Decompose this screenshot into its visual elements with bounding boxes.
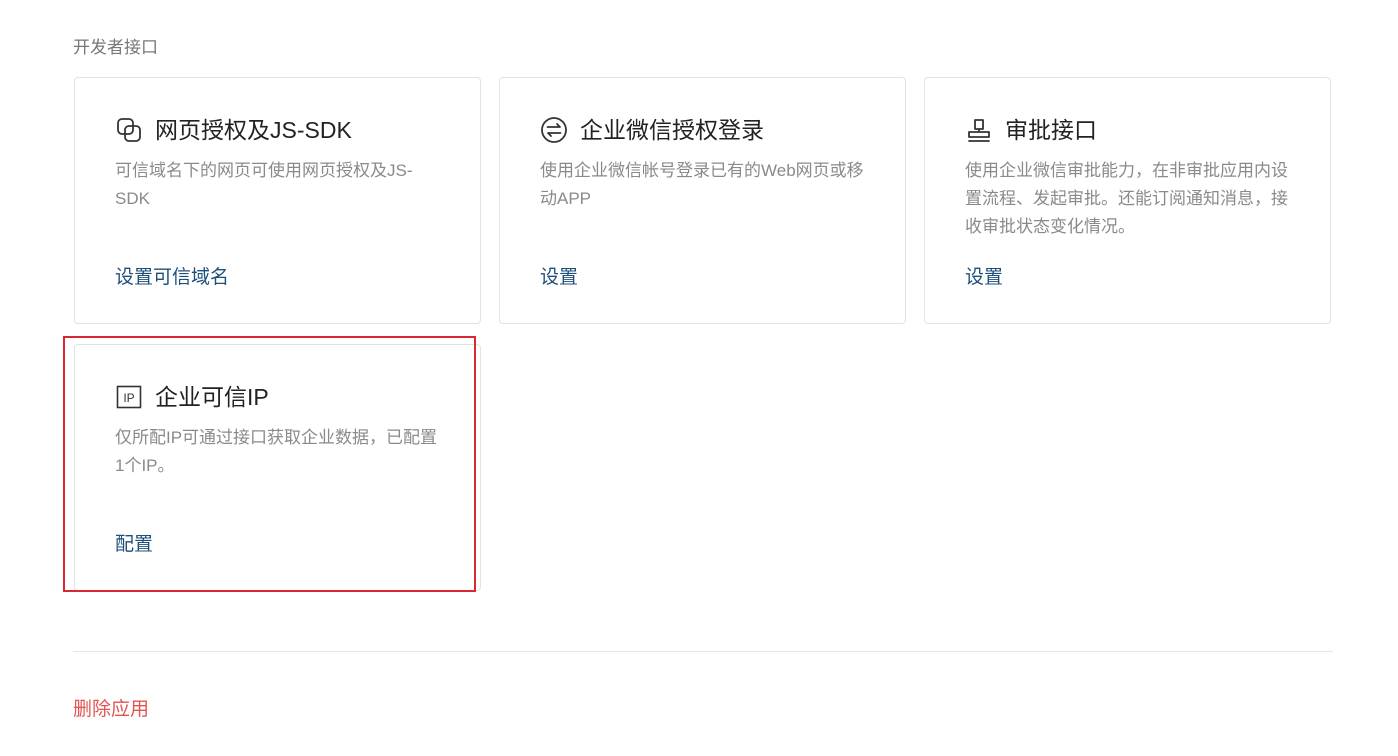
configure-link[interactable]: 配置 xyxy=(115,532,153,558)
card-description: 使用企业微信审批能力，在非审批应用内设置流程、发起审批。还能订阅通知消息，接收审… xyxy=(965,161,1288,236)
card-header: 审批接口 xyxy=(965,116,1097,144)
ip-icon-text: IP xyxy=(123,391,134,405)
developer-interface-page: 开发者接口 网页授权及JS-SDK 可信域名下的网页可使用网页授权及JS-SDK… xyxy=(0,0,1398,756)
card-description: 使用企业微信帐号登录已有的Web网页或移动APP xyxy=(540,161,864,208)
card-header: 企业微信授权登录 xyxy=(540,116,764,144)
card-wecom-auth-login: 企业微信授权登录 使用企业微信帐号登录已有的Web网页或移动APP 设置 xyxy=(499,77,906,324)
set-trusted-domain-link[interactable]: 设置可信域名 xyxy=(115,265,229,291)
card-header: IP 企业可信IP xyxy=(115,383,269,411)
card-trusted-ip: IP 企业可信IP 仅所配IP可通过接口获取企业数据，已配置1个IP。 配置 xyxy=(74,344,481,591)
card-approval-api: 审批接口 使用企业微信审批能力，在非审批应用内设置流程、发起审批。还能订阅通知消… xyxy=(924,77,1331,324)
settings-link[interactable]: 设置 xyxy=(965,265,1003,291)
exchange-arrows-icon xyxy=(540,116,568,144)
copy-squares-icon xyxy=(115,116,143,144)
card-title: 企业可信IP xyxy=(155,384,269,410)
card-title: 企业微信授权登录 xyxy=(580,117,764,143)
delete-app-button[interactable]: 删除应用 xyxy=(73,697,149,723)
card-description: 仅所配IP可通过接口获取企业数据，已配置1个IP。 xyxy=(115,428,438,475)
ip-box-icon: IP xyxy=(115,383,143,411)
card-header: 网页授权及JS-SDK xyxy=(115,116,352,144)
section-title: 开发者接口 xyxy=(73,38,158,57)
card-description: 可信域名下的网页可使用网页授权及JS-SDK xyxy=(115,161,413,208)
divider xyxy=(73,651,1333,652)
settings-link[interactable]: 设置 xyxy=(540,265,578,291)
stamp-icon xyxy=(965,116,993,144)
card-web-auth-jssdk: 网页授权及JS-SDK 可信域名下的网页可使用网页授权及JS-SDK 设置可信域… xyxy=(74,77,481,324)
card-title: 审批接口 xyxy=(1005,117,1097,143)
card-title: 网页授权及JS-SDK xyxy=(155,117,352,143)
